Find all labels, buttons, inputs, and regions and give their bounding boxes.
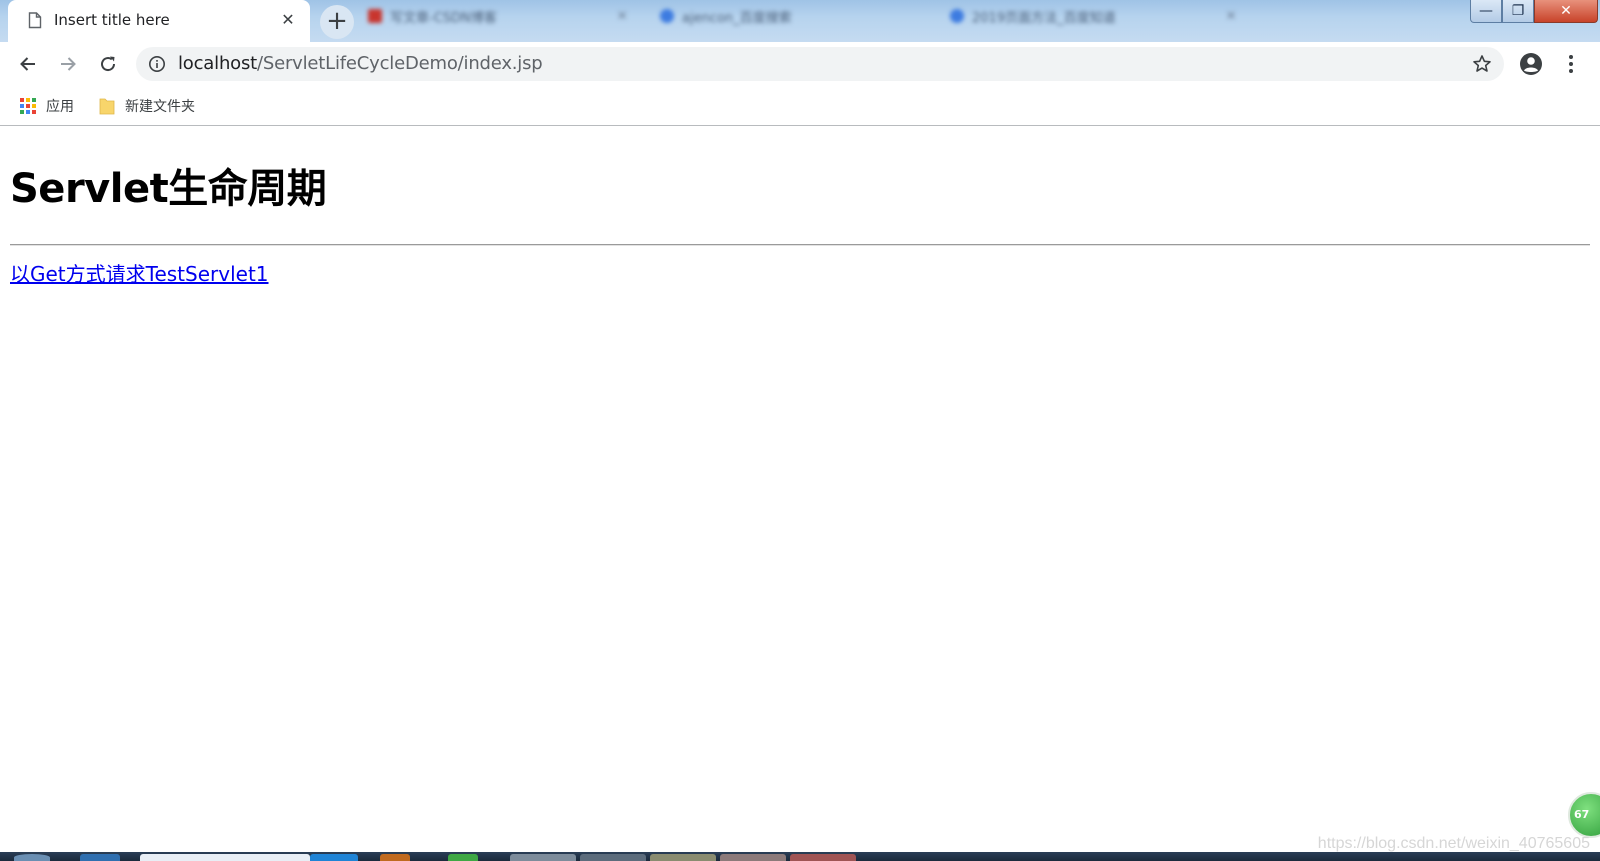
menu-dots-icon — [1569, 55, 1573, 73]
account-button[interactable] — [1516, 49, 1546, 79]
browser-toolbar: localhost/ServletLifeCycleDemo/index.jsp — [0, 42, 1600, 86]
background-tab[interactable]: 写文章-CSDN博客 ✕ — [368, 6, 628, 26]
bookmark-apps[interactable]: 应用 — [20, 95, 74, 117]
taskbar-app-icon[interactable] — [580, 854, 646, 861]
menu-button[interactable] — [1556, 49, 1586, 79]
page-content: Servlet生命周期 以Get方式请求TestServlet1 — [10, 126, 1590, 287]
get-request-link[interactable]: 以Get方式请求TestServlet1 — [10, 258, 269, 287]
watermark: https://blog.csdn.net/weixin_40765605 — [1317, 835, 1590, 852]
forward-button[interactable] — [53, 49, 83, 79]
taskbar-app-icon[interactable] — [510, 854, 576, 861]
minimize-button[interactable]: — — [1470, 0, 1502, 23]
bookmark-folder-label: 新建文件夹 — [125, 99, 195, 115]
close-window-button[interactable]: ✕ — [1534, 0, 1598, 23]
tab-active[interactable]: Insert title here ✕ — [8, 0, 310, 42]
background-tab[interactable]: 2019页面方法_百度知道 ✕ — [950, 6, 1237, 26]
tab-favicon-icon — [950, 9, 964, 23]
window-controls: — ❐ ✕ — [1470, 0, 1598, 24]
url-text[interactable]: localhost/ServletLifeCycleDemo/index.jsp — [178, 53, 543, 74]
apps-grid-dot — [26, 104, 30, 108]
back-button[interactable] — [13, 49, 43, 79]
taskbar-app-icon[interactable] — [650, 854, 716, 861]
tab-close-icon[interactable]: ✕ — [278, 10, 298, 30]
bookmark-folder[interactable]: 新建文件夹 — [99, 95, 195, 117]
url-path: /ServletLifeCycleDemo/index.jsp — [257, 53, 543, 74]
reload-icon — [101, 56, 116, 72]
taskbar-app-icon[interactable] — [140, 854, 310, 861]
restore-button[interactable]: ❐ — [1502, 0, 1534, 23]
tab-close-icon[interactable]: ✕ — [617, 9, 628, 24]
forward-arrow-icon — [61, 57, 76, 71]
start-button-icon[interactable] — [14, 854, 50, 861]
apps-grid-dot — [32, 98, 36, 102]
tab-favicon-icon — [368, 9, 382, 23]
folder-icon — [99, 98, 115, 115]
taskbar-app-icon[interactable] — [790, 854, 856, 861]
page-heading: Servlet生命周期 — [10, 166, 327, 212]
background-tab[interactable]: ajencon_百度搜索 — [660, 6, 792, 26]
tab-title: Insert title here — [54, 11, 170, 29]
apps-grid-dot — [20, 98, 24, 102]
address-bar[interactable]: localhost/ServletLifeCycleDemo/index.jsp — [136, 47, 1504, 81]
bookmarks-bar: 应用 新建文件夹 — [0, 86, 1600, 126]
apps-grid-icon — [20, 98, 36, 114]
taskbar-app-icon[interactable] — [448, 854, 478, 861]
apps-grid-dot — [26, 98, 30, 102]
apps-grid-dot — [32, 110, 36, 114]
apps-grid-dot — [20, 110, 24, 114]
account-icon — [1520, 53, 1542, 75]
url-host: localhost — [178, 53, 257, 74]
apps-grid-dot — [26, 110, 30, 114]
apps-grid-dot — [32, 104, 36, 108]
taskbar-app-icon[interactable] — [80, 854, 120, 861]
back-arrow-icon — [20, 57, 35, 71]
star-icon[interactable] — [1472, 54, 1492, 74]
divider — [10, 244, 1590, 246]
tab-strip: Insert title here ✕ + 写文章-CSDN博客 ✕ ajenc… — [0, 0, 1600, 42]
floating-badge[interactable]: 67 — [1568, 792, 1600, 838]
tab-favicon-icon — [660, 9, 674, 23]
new-tab-button[interactable]: + — [320, 5, 354, 39]
bookmark-apps-label: 应用 — [46, 99, 74, 115]
taskbar-app-icon[interactable] — [720, 854, 786, 861]
taskbar-app-icon[interactable] — [380, 854, 410, 861]
info-icon[interactable] — [148, 55, 166, 73]
document-icon — [28, 12, 42, 29]
taskbar-app-icon[interactable] — [310, 854, 358, 861]
reload-button[interactable] — [93, 49, 123, 79]
tab-close-icon[interactable]: ✕ — [1226, 9, 1237, 24]
apps-grid-dot — [20, 104, 24, 108]
taskbar — [0, 852, 1600, 861]
